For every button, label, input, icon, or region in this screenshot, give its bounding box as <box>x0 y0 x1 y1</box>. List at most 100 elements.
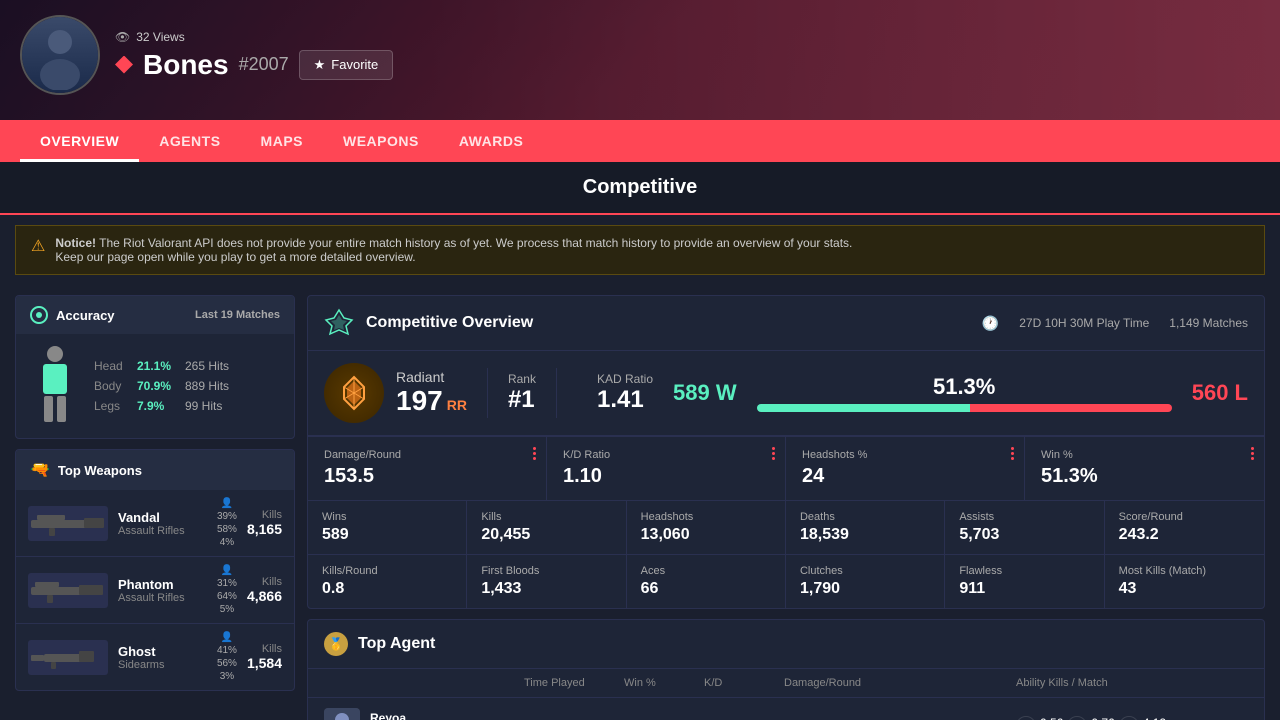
col-ability: Ability Kills / Match <box>1016 677 1248 689</box>
agent-row-reyoa[interactable]: Reyoa ◈ 4d 14h 47m 53.4% 1.20 166.7 ⊕ 0.… <box>308 698 1264 720</box>
phantom-accuracy: 👤 31% 64% 5% <box>217 565 237 615</box>
weapons-header: 🔫 Top Weapons <box>16 450 294 490</box>
reyoa-name: Reyoa <box>370 711 406 720</box>
stat-menu-kd[interactable] <box>772 447 775 460</box>
notice-bar: ⚠ Notice! The Riot Valorant API does not… <box>15 225 1265 275</box>
tab-awards[interactable]: Awards <box>439 120 543 162</box>
stat-kills: Kills 20,455 <box>467 501 626 554</box>
ghost-accuracy: 👤 41% 56% 3% <box>217 632 237 682</box>
stat-first-bloods: First Bloods 1,433 <box>467 555 626 608</box>
vandal-head-icon: 👤 <box>221 498 233 509</box>
wl-bar <box>757 404 1172 412</box>
stat-flawless: Flawless 911 <box>945 555 1104 608</box>
weapon-img-phantom <box>28 573 108 608</box>
wl-bar-win <box>757 404 970 412</box>
stat-kills-round: Kills/Round 0.8 <box>308 555 467 608</box>
stats-row-3: Kills/Round 0.8 First Bloods 1,433 Aces … <box>308 554 1264 608</box>
nav-bar: Overview Agents Maps Weapons Awards <box>0 120 1280 162</box>
rank-value: #1 <box>508 386 536 414</box>
stats-row-2: Wins 589 Kills 20,455 Headshots 13,060 D… <box>308 500 1264 554</box>
kad-value: 1.41 <box>597 386 653 414</box>
rank-number: 197 <box>396 385 443 417</box>
matches-count: 1,149 Matches <box>1169 316 1248 330</box>
tab-agents[interactable]: Agents <box>139 120 240 162</box>
star-icon: ★ <box>314 57 326 73</box>
header-background: 👁 32 Views Bones #2007 ★ Favorite <box>0 0 1280 120</box>
rank-section: Radiant 197 RR Rank #1 KAD Ratio <box>308 351 1264 436</box>
acc-legs-hits: 99 Hits <box>185 399 222 413</box>
ghost-kills: Kills 1,584 <box>247 643 282 671</box>
medal-icon: 🥇 <box>324 632 348 656</box>
target-icon <box>30 306 48 324</box>
acc-head-hits: 265 Hits <box>185 359 229 373</box>
acc-head-pct: 21.1% <box>137 359 177 373</box>
accuracy-title: Accuracy <box>56 308 115 323</box>
loss-count: 560 L <box>1192 380 1248 406</box>
weapon-item-vandal[interactable]: Vandal Assault Rifles 👤 39% 58% 4% Kills… <box>16 490 294 557</box>
stat-deaths: Deaths 18,539 <box>786 501 945 554</box>
phantom-type: Assault Rifles <box>118 592 207 604</box>
valorant-icon <box>115 56 133 74</box>
eye-icon: 👁 <box>115 30 130 44</box>
human-figure <box>30 346 80 426</box>
accuracy-card: Accuracy Last 19 Matches <box>15 295 295 439</box>
vandal-type: Assault Rifles <box>118 525 207 537</box>
accuracy-header: Accuracy Last 19 Matches <box>16 296 294 334</box>
acc-legs-label: Legs <box>94 399 129 413</box>
kad-label: KAD Ratio <box>597 372 653 386</box>
stat-headshots-pct: Headshots % 24 <box>786 437 1025 500</box>
player-name: Bones <box>143 49 229 81</box>
tab-weapons[interactable]: Weapons <box>323 120 439 162</box>
ability-icon-1: ⊕ <box>1016 716 1036 720</box>
ability-icon-2: ⊕ <box>1067 716 1087 720</box>
stats-grid-1: Damage/Round 153.5 K/D Ratio 1.10 <box>308 436 1264 500</box>
tab-maps[interactable]: Maps <box>241 120 323 162</box>
agent-columns: Time Played Win % K/D Damage/Round Abili… <box>308 669 1264 698</box>
overview-header: Competitive Overview 🕐 27D 10H 30M Play … <box>308 296 1264 351</box>
vandal-name: Vandal <box>118 510 207 525</box>
stat-menu-hs[interactable] <box>1011 447 1014 460</box>
stat-wins: Wins 589 <box>308 501 467 554</box>
overview-title: Competitive Overview <box>366 314 533 332</box>
phantom-name: Phantom <box>118 577 207 592</box>
acc-legs-pct: 7.9% <box>137 399 177 413</box>
rank-name: Radiant <box>396 369 467 385</box>
stat-most-kills: Most Kills (Match) 43 <box>1105 555 1264 608</box>
reyoa-abilities: ⊕ 0.56 ⊕ 0.76 ⊕ 4.12 <box>1016 716 1248 720</box>
weapon-img-vandal <box>28 506 108 541</box>
stat-win-pct: Win % 51.3% <box>1025 437 1264 500</box>
main-content: Competitive ⚠ Notice! The Riot Valorant … <box>0 162 1280 720</box>
stat-clutches: Clutches 1,790 <box>786 555 945 608</box>
agent-header: 🥇 Top Agent <box>308 620 1264 669</box>
accuracy-matches: Last 19 Matches <box>195 309 280 321</box>
top-agent-card: 🥇 Top Agent Time Played Win % K/D Damage… <box>307 619 1265 720</box>
top-weapons-card: 🔫 Top Weapons Vandal <box>15 449 295 691</box>
weapon-img-ghost <box>28 640 108 675</box>
agent-name-cell: Reyoa ◈ <box>324 708 524 720</box>
weapon-item-phantom[interactable]: Phantom Assault Rifles 👤 31% 64% 5% Kill… <box>16 557 294 624</box>
stat-headshots: Headshots 13,060 <box>627 501 786 554</box>
acc-body-hits: 889 Hits <box>185 379 229 393</box>
stat-menu-damage[interactable] <box>533 447 536 460</box>
wl-bar-loss <box>970 404 1172 412</box>
avatar <box>20 15 100 95</box>
notice-text: The Riot Valorant API does not provide y… <box>99 236 852 250</box>
acc-body-label: Body <box>94 379 129 393</box>
col-kd: K/D <box>704 677 784 689</box>
left-panel: Accuracy Last 19 Matches <box>15 295 295 720</box>
tab-overview[interactable]: Overview <box>20 120 139 162</box>
warning-icon: ⚠ <box>31 236 45 256</box>
weapons-title: Top Weapons <box>58 463 142 478</box>
notice-bold: Notice! <box>55 236 96 250</box>
col-time: Time Played <box>524 677 624 689</box>
weapons-icon: 🔫 <box>30 460 50 480</box>
section-title: Competitive <box>0 162 1280 215</box>
col-damage: Damage/Round <box>784 677 1016 689</box>
favorite-button[interactable]: ★ Favorite <box>299 50 394 80</box>
clock-icon: 🕐 <box>982 315 999 332</box>
acc-body-pct: 70.9% <box>137 379 177 393</box>
phantom-kills: Kills 4,866 <box>247 576 282 604</box>
ghost-name: Ghost <box>118 644 207 659</box>
weapon-item-ghost[interactable]: Ghost Sidearms 👤 41% 56% 3% Kills 1,584 <box>16 624 294 690</box>
stat-menu-win[interactable] <box>1251 447 1254 460</box>
